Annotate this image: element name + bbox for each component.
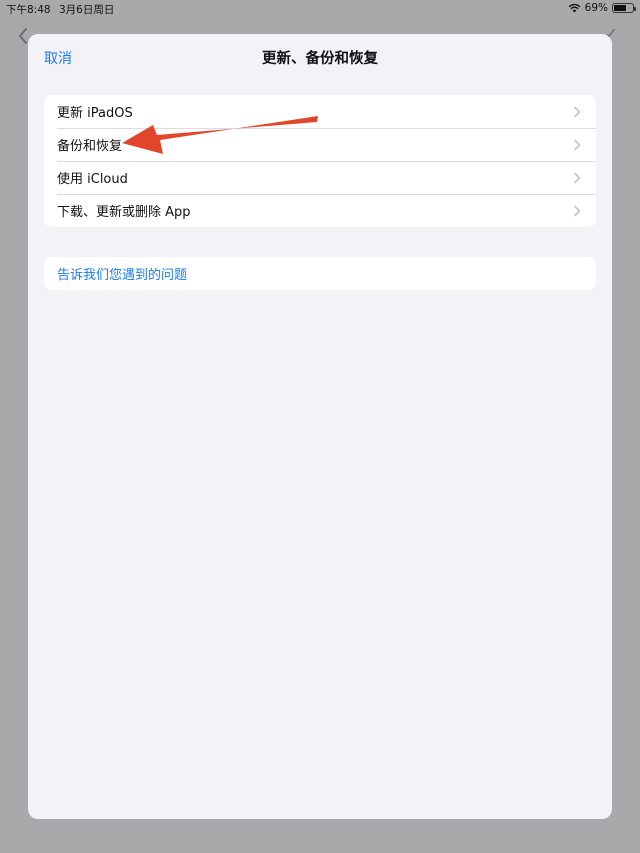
sheet-title: 更新、备份和恢复: [262, 51, 378, 67]
feedback-group: 告诉我们您遇到的问题: [44, 257, 596, 290]
menu-item-label: 更新 iPadOS: [57, 106, 133, 121]
chevron-right-icon: [574, 139, 581, 151]
menu-item-manage-apps[interactable]: 下载、更新或删除 App: [44, 194, 596, 227]
chevron-right-icon: [574, 172, 581, 184]
menu-item-use-icloud[interactable]: 使用 iCloud: [44, 161, 596, 194]
menu-item-label: 下载、更新或删除 App: [57, 205, 191, 220]
chevron-right-icon: [574, 106, 581, 118]
settings-sheet: 取消 更新、备份和恢复 更新 iPadOS 备份和恢复 使用 iCloud 下载…: [28, 34, 612, 819]
menu-item-update-ipados[interactable]: 更新 iPadOS: [44, 95, 596, 128]
wifi-icon: [568, 3, 581, 13]
battery-fill: [614, 5, 627, 11]
chevron-right-icon: [574, 205, 581, 217]
status-date: 3月6日周日: [59, 4, 115, 16]
status-bar: 下午8:48 3月6日周日 69%: [0, 0, 640, 18]
chevron-left-icon: [19, 28, 27, 44]
battery-percent: 69%: [584, 2, 608, 14]
menu-group: 更新 iPadOS 备份和恢复 使用 iCloud 下载、更新或删除 App: [44, 95, 596, 227]
feedback-link[interactable]: 告诉我们您遇到的问题: [44, 257, 596, 290]
status-time: 下午8:48: [6, 4, 51, 16]
menu-item-label: 备份和恢复: [57, 139, 123, 154]
status-right: 69%: [568, 2, 636, 14]
menu-item-backup-restore[interactable]: 备份和恢复: [44, 128, 596, 161]
battery-icon: [612, 3, 636, 13]
menu-item-label: 使用 iCloud: [57, 172, 128, 187]
background-back-button: [18, 28, 28, 44]
